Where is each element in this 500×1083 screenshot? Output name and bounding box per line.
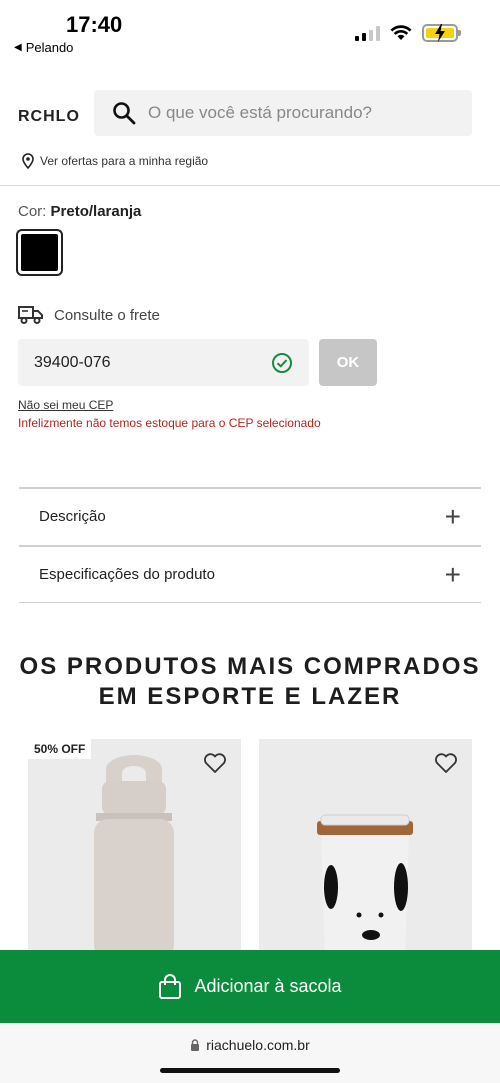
shopping-bag-icon bbox=[159, 973, 182, 999]
unknown-cep-link[interactable]: Não sei meu CEP bbox=[18, 398, 113, 412]
region-offers-label: Ver ofertas para a minha região bbox=[40, 154, 209, 168]
browser-url-bar[interactable]: riachuelo.com.br bbox=[0, 1023, 500, 1083]
header-divider bbox=[0, 185, 500, 186]
cep-ok-button[interactable]: OK bbox=[319, 339, 377, 386]
back-to-app-button[interactable]: ◀ Pelando bbox=[14, 40, 73, 55]
color-selection-label: Cor: Preto/laranja bbox=[18, 203, 141, 220]
favorite-heart-icon[interactable] bbox=[203, 752, 227, 774]
delivery-truck-icon bbox=[18, 306, 43, 324]
status-bar: 17:40 ◀ Pelando bbox=[0, 0, 500, 60]
accordion-divider bbox=[19, 602, 481, 603]
color-value: Preto/laranja bbox=[50, 203, 142, 220]
discount-badge: 50% OFF bbox=[28, 739, 92, 759]
cep-value: 39400-076 bbox=[34, 353, 111, 371]
color-label: Cor: bbox=[18, 203, 47, 220]
lock-icon bbox=[191, 1039, 200, 1051]
add-to-bag-label: Adicionar à sacola bbox=[194, 976, 342, 996]
add-to-bag-button[interactable]: Adicionar à sacola bbox=[0, 950, 500, 1023]
location-pin-icon bbox=[22, 153, 34, 169]
search-icon bbox=[113, 102, 136, 125]
color-swatch-fill bbox=[21, 234, 58, 271]
cep-input[interactable]: 39400-076 bbox=[18, 339, 309, 386]
back-app-label: Pelando bbox=[25, 40, 74, 55]
section-title-line-1: OS PRODUTOS MAIS COMPRADOS bbox=[19, 653, 481, 680]
plus-icon: + bbox=[444, 500, 461, 532]
home-indicator[interactable] bbox=[160, 1068, 340, 1073]
wifi-icon bbox=[390, 25, 412, 40]
status-icons bbox=[355, 24, 461, 42]
url-display[interactable]: riachuelo.com.br bbox=[0, 1037, 500, 1053]
accordion-description[interactable]: Descrição + bbox=[19, 487, 481, 544]
accordion-description-label: Descrição bbox=[39, 508, 106, 525]
search-placeholder: O que você está procurando? bbox=[148, 103, 372, 122]
battery-icon bbox=[422, 24, 461, 42]
brand-logo[interactable]: RCHLO bbox=[18, 108, 80, 126]
back-triangle-icon: ◀ bbox=[14, 42, 22, 53]
section-title: OS PRODUTOS MAIS COMPRADOS EM ESPORTE E … bbox=[0, 652, 500, 712]
region-offers-link[interactable]: Ver ofertas para a minha região bbox=[22, 153, 208, 169]
search-input[interactable]: O que você está procurando? bbox=[94, 90, 472, 136]
cellular-signal-icon bbox=[355, 25, 380, 41]
check-circle-icon bbox=[272, 352, 292, 373]
url-text: riachuelo.com.br bbox=[206, 1037, 310, 1053]
freight-title-label: Consulte o frete bbox=[54, 306, 160, 324]
accordion-specifications[interactable]: Especificações do produto + bbox=[19, 545, 481, 602]
freight-title: Consulte o frete bbox=[18, 305, 160, 325]
product-card[interactable] bbox=[259, 739, 472, 959]
plus-icon: + bbox=[444, 558, 461, 590]
product-card[interactable]: 50% OFF bbox=[28, 739, 241, 959]
color-swatch-black[interactable] bbox=[16, 229, 63, 276]
section-title-line-2: EM ESPORTE E LAZER bbox=[98, 683, 402, 710]
favorite-heart-icon[interactable] bbox=[434, 752, 458, 774]
stock-error-message: Infelizmente não temos estoque para o CE… bbox=[18, 416, 321, 430]
accordion-specifications-label: Especificações do produto bbox=[39, 566, 215, 583]
status-time: 17:40 bbox=[66, 12, 123, 37]
